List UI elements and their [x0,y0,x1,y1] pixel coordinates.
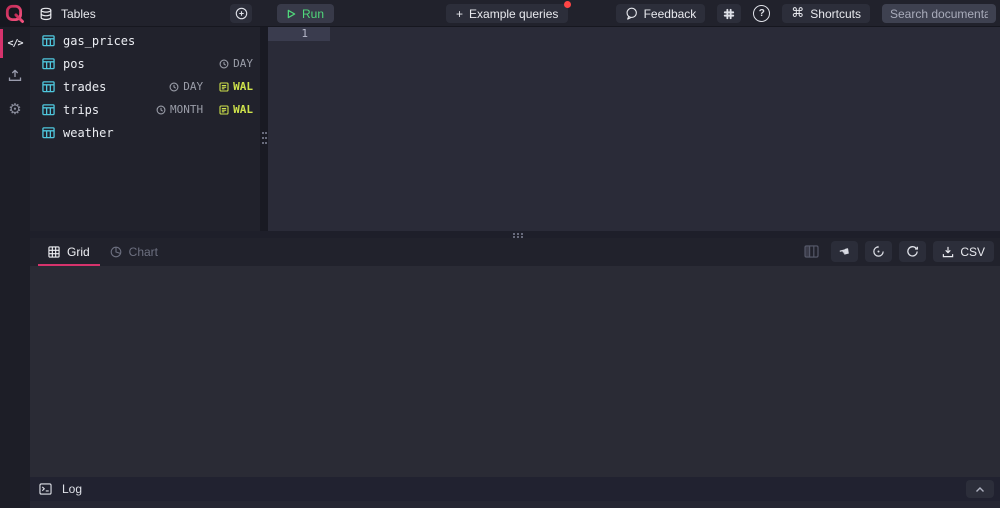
wal-journal-icon [219,82,229,92]
example-queries-label: Example queries [469,7,558,21]
speech-bubble-icon [625,7,638,20]
partition-badge: DAY [219,57,253,70]
results-grid-viewport [30,266,1000,477]
tables-panel: gas_prices pos DAY [30,27,260,231]
tab-grid-label: Grid [67,245,90,259]
refresh-button[interactable] [899,241,926,262]
table-name: gas_prices [63,34,135,48]
vertical-splitter[interactable] [260,27,268,231]
pie-chart-icon [110,246,122,258]
nav-import-item[interactable] [0,61,30,90]
question-mark-icon: ? [759,8,765,19]
grid-icon [48,246,60,258]
tab-chart-label: Chart [129,245,158,259]
search-documentation-input[interactable] [882,4,996,23]
feedback-button[interactable]: Feedback [616,4,706,23]
run-label: Run [302,7,324,21]
partition-label: DAY [233,57,253,70]
tables-panel-header: Tables [39,0,96,27]
database-icon [39,7,53,21]
table-name: trips [63,103,99,117]
clock-icon [219,59,229,69]
top-bar: Tables Run + Example queries [0,0,1000,27]
questdb-console: Tables Run + Example queries [0,0,1000,508]
topbar-right-group: Feedback ? ⌘ Shortcuts [616,4,996,23]
drag-handle-icon [513,233,515,235]
shortcuts-button[interactable]: ⌘ Shortcuts [782,4,870,23]
table-row-weather[interactable]: weather [30,121,260,144]
log-bar: Log [30,477,1000,501]
feedback-label: Feedback [644,7,697,21]
table-name: weather [63,126,114,140]
wal-label: WAL [233,103,253,116]
history-rewind-icon [872,245,885,258]
add-table-button[interactable] [230,4,252,23]
download-csv-button[interactable]: CSV [933,241,994,262]
table-row-gas-prices[interactable]: gas_prices [30,29,260,52]
tab-grid[interactable]: Grid [38,238,100,266]
partition-badge: DAY [169,80,203,93]
questdb-logo[interactable] [0,0,30,27]
log-title: Log [62,482,82,496]
results-tabs: Grid Chart [38,238,168,266]
table-name: trades [63,80,106,94]
command-icon: ⌘ [791,7,804,20]
table-row-trips[interactable]: trips MONTH WAL [30,98,260,121]
download-icon [942,246,954,258]
log-collapse-button[interactable] [966,480,994,498]
results-toolbar-right: ☚ [804,241,994,262]
chevron-up-icon [975,486,985,493]
sql-editor[interactable]: 1 [268,27,1000,231]
horizontal-splitter[interactable] [30,231,1000,238]
wal-label: WAL [233,80,253,93]
scroll-to-left-button[interactable]: ☚ [831,241,858,262]
left-nav-rail: </> ⚙ [0,27,30,508]
table-row-pos[interactable]: pos DAY [30,52,260,75]
table-icon [42,57,55,70]
play-icon [287,9,296,19]
help-button[interactable]: ? [753,5,770,22]
partition-label: DAY [183,80,203,93]
gear-icon: ⚙ [8,102,21,117]
reset-grid-button[interactable] [865,241,892,262]
wal-badge: WAL [219,80,253,93]
slack-button[interactable] [717,4,741,23]
shortcuts-label: Shortcuts [810,7,861,21]
drag-handle-icon [262,132,264,134]
table-name: pos [63,57,85,71]
upload-icon [8,69,22,82]
code-icon: </> [7,38,22,49]
freeze-columns-icon[interactable] [804,245,819,258]
active-line-number: 1 [268,27,330,41]
add-circle-icon [235,7,248,20]
wal-badge: WAL [219,103,253,116]
tables-panel-title: Tables [61,7,96,21]
table-icon [42,126,55,139]
plus-icon: + [456,7,463,21]
tab-chart[interactable]: Chart [100,238,168,266]
csv-label: CSV [960,245,985,259]
results-toolbar: Grid Chart ☚ [30,238,1000,266]
pointing-hand-icon: ☚ [838,244,851,258]
table-icon [42,34,55,47]
example-queries-button[interactable]: + Example queries [446,4,568,23]
clock-icon [156,105,166,115]
questdb-logo-icon [4,3,26,25]
table-icon [42,80,55,93]
partition-badge: MONTH [156,103,203,116]
notification-dot [564,1,571,8]
wal-journal-icon [219,105,229,115]
footer-strip [30,501,1000,508]
partition-label: MONTH [170,103,203,116]
table-row-trades[interactable]: trades DAY WAL [30,75,260,98]
terminal-icon [39,483,52,495]
clock-icon [169,82,179,92]
table-icon [42,103,55,116]
nav-settings-item[interactable]: ⚙ [0,95,30,124]
nav-console-item[interactable]: </> [0,29,30,58]
refresh-icon [906,245,919,258]
run-query-button[interactable]: Run [277,4,334,23]
slack-icon [723,8,735,20]
